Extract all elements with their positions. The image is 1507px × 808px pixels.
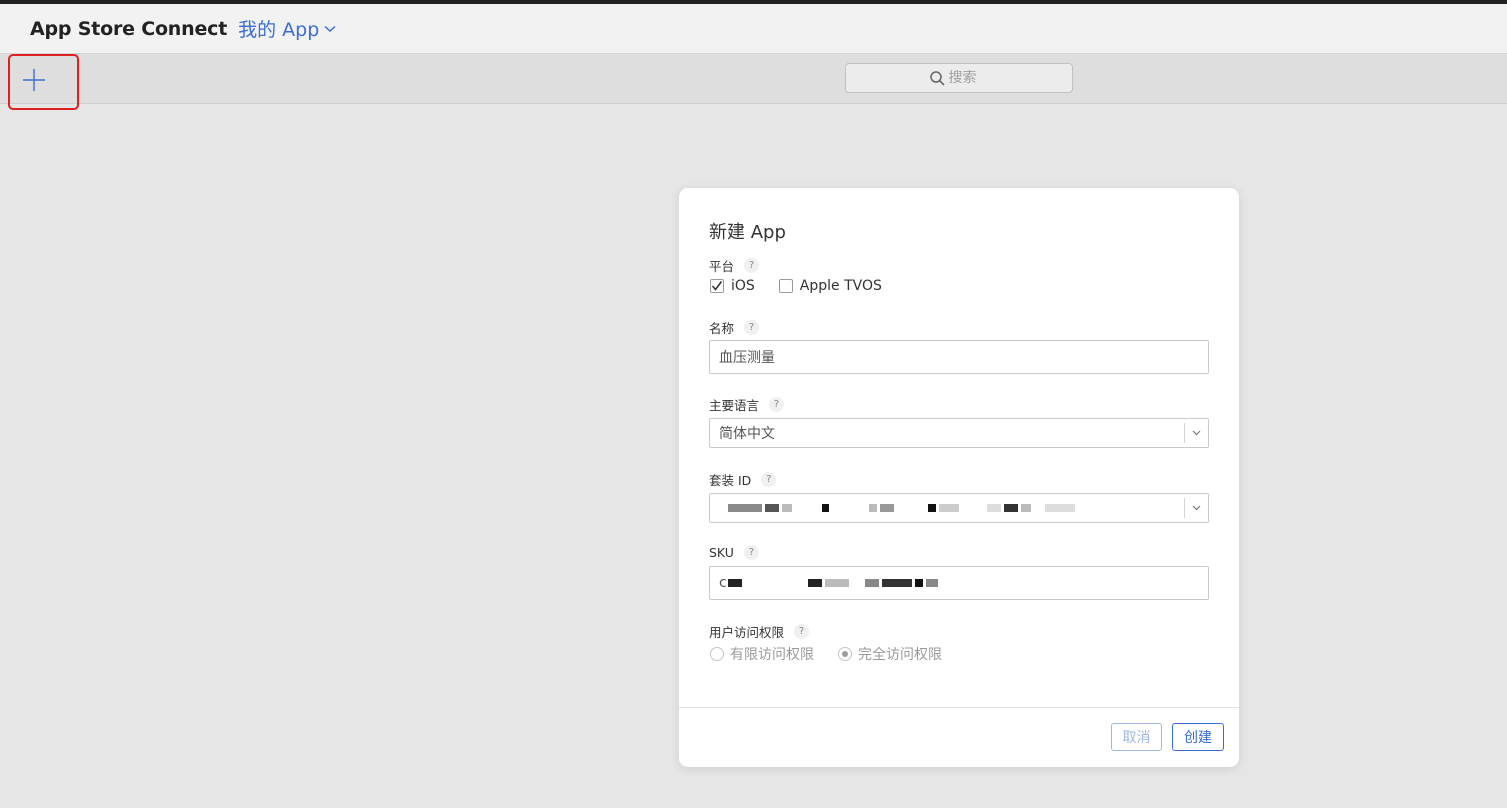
bundle-id-label: 套装 ID: [709, 473, 752, 488]
tvos-label: Apple TVOS: [799, 278, 882, 294]
name-label: 名称: [709, 321, 735, 336]
language-dropdown-arrow[interactable]: [1184, 423, 1208, 443]
name-value: 血压测量: [719, 350, 775, 366]
my-apps-menu[interactable]: 我的 App: [238, 15, 336, 42]
cancel-button[interactable]: 取消: [1111, 723, 1162, 751]
platform-help-icon[interactable]: ?: [744, 258, 760, 273]
user-access-label-row: 用户访问权限 ?: [709, 622, 810, 641]
name-help-icon[interactable]: ?: [744, 320, 760, 335]
sku-label: SKU: [709, 545, 734, 560]
dialog-title: 新建 App: [709, 222, 786, 243]
sku-label-row: SKU ?: [709, 545, 759, 560]
bundle-id-label-row: 套装 ID ?: [709, 470, 777, 489]
user-access-help-icon[interactable]: ?: [794, 624, 810, 639]
checkmark-icon: [711, 281, 723, 291]
bundle-id-select[interactable]: [709, 493, 1209, 523]
plus-icon: [23, 69, 45, 91]
full-access-label: 完全访问权限: [858, 647, 942, 663]
language-value: 简体中文: [719, 426, 775, 442]
dialog-footer-divider: [679, 707, 1239, 708]
language-select[interactable]: 简体中文: [709, 418, 1209, 448]
create-button[interactable]: 创建: [1172, 723, 1224, 751]
name-label-row: 名称 ?: [709, 318, 760, 337]
sku-value-prefix: c: [719, 575, 727, 591]
sku-redacted-value: [727, 579, 941, 587]
chevron-down-icon: [1192, 430, 1201, 436]
user-access-options: 有限访问权限 完全访问权限: [710, 644, 942, 664]
add-app-button[interactable]: [8, 54, 79, 110]
bundle-id-redacted-value: [728, 504, 1078, 512]
platform-options: iOS Apple TVOS: [710, 278, 882, 294]
sku-field[interactable]: c: [709, 566, 1209, 600]
bundle-id-dropdown-arrow[interactable]: [1184, 498, 1208, 518]
app-header: App Store Connect 我的 App: [0, 4, 1507, 54]
new-app-dialog: 新建 App 平台 ? iOS Apple TVOS 名称 ? 血压测量 主要语…: [679, 188, 1239, 767]
toolbar: [0, 54, 1507, 110]
chevron-down-icon: [324, 25, 336, 32]
ios-checkbox[interactable]: [710, 279, 724, 293]
search-input[interactable]: [948, 70, 989, 86]
chevron-down-icon: [1192, 505, 1201, 511]
full-access-radio[interactable]: [838, 647, 852, 661]
limited-access-label: 有限访问权限: [730, 647, 814, 663]
brand-title: App Store Connect: [30, 17, 228, 40]
search-box[interactable]: [845, 63, 1073, 93]
name-field[interactable]: 血压测量: [709, 340, 1209, 374]
platform-label: 平台: [709, 259, 735, 274]
user-access-label: 用户访问权限: [709, 625, 785, 640]
bundle-id-help-icon[interactable]: ?: [761, 472, 777, 487]
my-apps-label: 我的 App: [238, 19, 320, 41]
search-icon: [929, 70, 945, 86]
tvos-checkbox[interactable]: [778, 279, 793, 293]
sku-help-icon[interactable]: ?: [743, 545, 759, 560]
language-help-icon[interactable]: ?: [769, 397, 785, 412]
language-label: 主要语言: [709, 398, 760, 413]
limited-access-radio[interactable]: [710, 647, 724, 661]
ios-label: iOS: [731, 278, 755, 294]
language-label-row: 主要语言 ?: [709, 395, 785, 414]
platform-label-row: 平台 ?: [709, 256, 760, 275]
